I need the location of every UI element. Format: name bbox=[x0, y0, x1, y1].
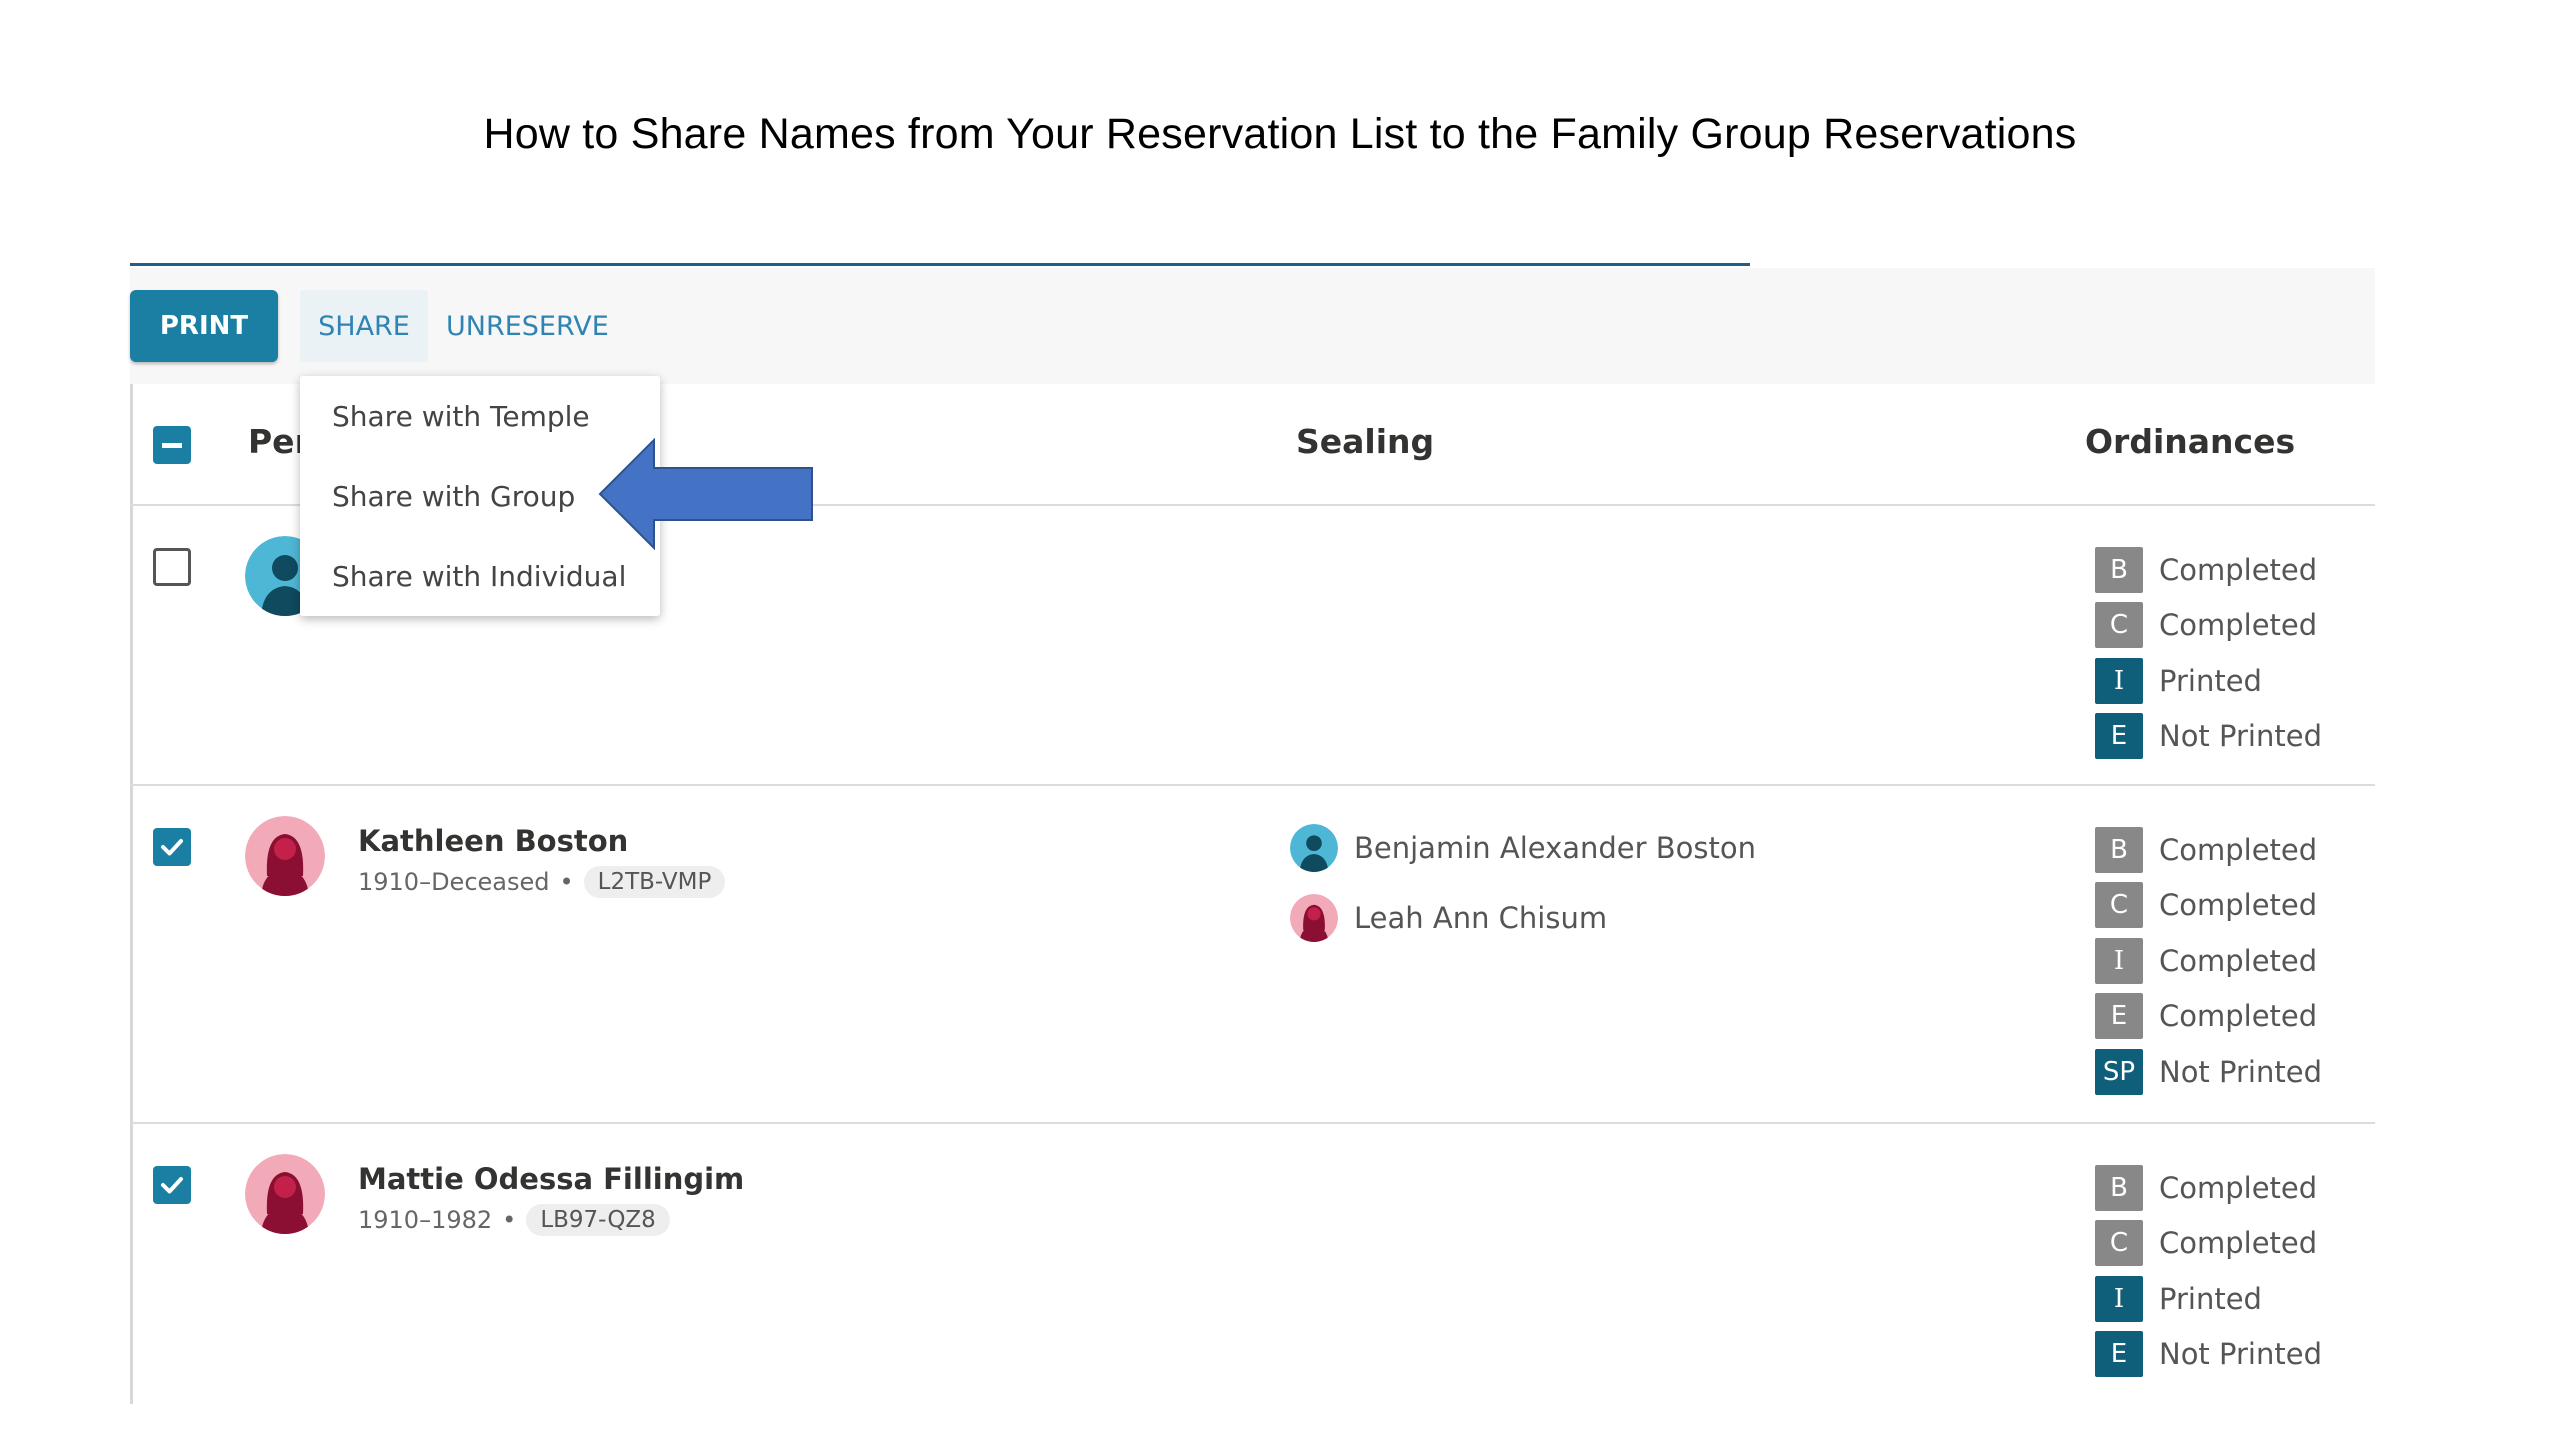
ordinance-item[interactable]: C Completed bbox=[2095, 1216, 2322, 1272]
table-row[interactable]: Kathleen Boston 1910–Deceased • L2TB-VMP… bbox=[130, 786, 2375, 1124]
ordinance-list: B Completed C Completed I Printed E Not Prin… bbox=[2095, 542, 2322, 764]
ordinance-badge: B bbox=[2095, 546, 2143, 593]
sealing-spouse[interactable]: Benjamin Alexander Boston bbox=[1290, 824, 1756, 872]
person-lifespan: 1910–Deceased bbox=[358, 868, 550, 896]
ordinance-item[interactable]: C Completed bbox=[2095, 878, 2322, 934]
ordinance-item[interactable]: B Completed bbox=[2095, 1160, 2322, 1216]
bullet-separator: • bbox=[502, 1206, 517, 1234]
person-name[interactable]: Mattie Odessa Fillingim bbox=[358, 1162, 744, 1196]
select-all-checkbox[interactable] bbox=[153, 426, 191, 464]
ordinance-badge: C bbox=[2095, 1220, 2143, 1267]
ordinance-item[interactable]: B Completed bbox=[2095, 542, 2322, 598]
ordinance-status: Printed bbox=[2159, 1281, 2262, 1316]
toolbar: PRINT SHARE UNRESERVE bbox=[130, 268, 2375, 384]
sealing-spouse-name: Leah Ann Chisum bbox=[1354, 901, 1608, 935]
column-header-ordinances[interactable]: Ordinances bbox=[2085, 422, 2295, 461]
ordinance-badge: E bbox=[2095, 1331, 2143, 1378]
person-id-badge[interactable]: L2TB-VMP bbox=[583, 866, 726, 898]
female-avatar-icon bbox=[245, 816, 325, 896]
ordinance-badge: B bbox=[2095, 1164, 2143, 1211]
ordinance-badge: I bbox=[2095, 657, 2143, 704]
column-header-sealing[interactable]: Sealing bbox=[1296, 422, 1434, 461]
ordinance-badge: I bbox=[2095, 1275, 2143, 1322]
share-button[interactable]: SHARE bbox=[300, 290, 428, 362]
female-avatar-icon bbox=[1290, 894, 1338, 942]
person-lifespan: 1910–1982 bbox=[358, 1206, 493, 1234]
ordinance-badge: C bbox=[2095, 602, 2143, 649]
person-meta: 1910–1982 • LB97-QZ8 bbox=[358, 1204, 670, 1236]
ordinance-status: Completed bbox=[2159, 999, 2318, 1034]
ordinance-badge: E bbox=[2095, 993, 2143, 1040]
menu-item-share-with-individual[interactable]: Share with Individual bbox=[332, 560, 626, 593]
person-name[interactable]: Kathleen Boston bbox=[358, 824, 628, 858]
ordinance-status: Completed bbox=[2159, 1226, 2318, 1261]
ordinance-item[interactable]: C Completed bbox=[2095, 598, 2322, 654]
person-meta: 1910–Deceased • L2TB-VMP bbox=[358, 866, 726, 898]
unreserve-button[interactable]: UNRESERVE bbox=[446, 290, 609, 362]
ordinance-status: Completed bbox=[2159, 552, 2318, 587]
ordinance-badge: E bbox=[2095, 713, 2143, 760]
ordinance-badge: I bbox=[2095, 937, 2143, 984]
ordinance-badge: B bbox=[2095, 826, 2143, 873]
row-checkbox[interactable] bbox=[153, 548, 191, 586]
ordinance-item[interactable]: E Not Printed bbox=[2095, 1327, 2322, 1383]
ordinance-badge: SP bbox=[2095, 1048, 2143, 1095]
table-row[interactable]: Mattie Odessa Fillingim 1910–1982 • LB97… bbox=[130, 1124, 2375, 1404]
ordinance-status: Not Printed bbox=[2159, 1054, 2322, 1089]
male-avatar-icon bbox=[1290, 824, 1338, 872]
row-checkbox[interactable] bbox=[153, 828, 191, 866]
slide-title: How to Share Names from Your Reservation… bbox=[483, 110, 2077, 158]
panel-top-rule bbox=[130, 263, 1750, 266]
ordinance-list: B Completed C Completed I Completed E Comple… bbox=[2095, 822, 2322, 1100]
person-id-badge[interactable]: LB97-QZ8 bbox=[526, 1204, 670, 1236]
sealing-spouse[interactable]: Leah Ann Chisum bbox=[1290, 894, 1607, 942]
row-checkbox[interactable] bbox=[153, 1166, 191, 1204]
ordinance-item[interactable]: I Printed bbox=[2095, 653, 2322, 709]
ordinance-item[interactable]: I Completed bbox=[2095, 933, 2322, 989]
ordinance-item[interactable]: I Printed bbox=[2095, 1271, 2322, 1327]
ordinance-item[interactable]: SP Not Printed bbox=[2095, 1044, 2322, 1100]
ordinance-status: Completed bbox=[2159, 608, 2318, 643]
ordinance-status: Not Printed bbox=[2159, 719, 2322, 754]
ordinance-item[interactable]: E Not Printed bbox=[2095, 709, 2322, 765]
ordinance-status: Printed bbox=[2159, 663, 2262, 698]
ordinance-status: Completed bbox=[2159, 943, 2318, 978]
ordinance-status: Completed bbox=[2159, 832, 2318, 867]
bullet-separator: • bbox=[559, 868, 574, 896]
left-arrow-icon bbox=[598, 438, 813, 550]
ordinance-status: Completed bbox=[2159, 888, 2318, 923]
ordinance-list: B Completed C Completed I Printed E Not Prin… bbox=[2095, 1160, 2322, 1382]
ordinance-status: Completed bbox=[2159, 1170, 2318, 1205]
ordinance-item[interactable]: E Completed bbox=[2095, 989, 2322, 1045]
sealing-spouse-name: Benjamin Alexander Boston bbox=[1354, 831, 1757, 865]
ordinance-badge: C bbox=[2095, 882, 2143, 929]
ordinance-item[interactable]: B Completed bbox=[2095, 822, 2322, 878]
print-button[interactable]: PRINT bbox=[130, 290, 278, 362]
female-avatar-icon bbox=[245, 1154, 325, 1234]
menu-item-share-with-group[interactable]: Share with Group bbox=[332, 480, 575, 513]
menu-item-share-with-temple[interactable]: Share with Temple bbox=[332, 400, 590, 433]
ordinance-status: Not Printed bbox=[2159, 1337, 2322, 1372]
